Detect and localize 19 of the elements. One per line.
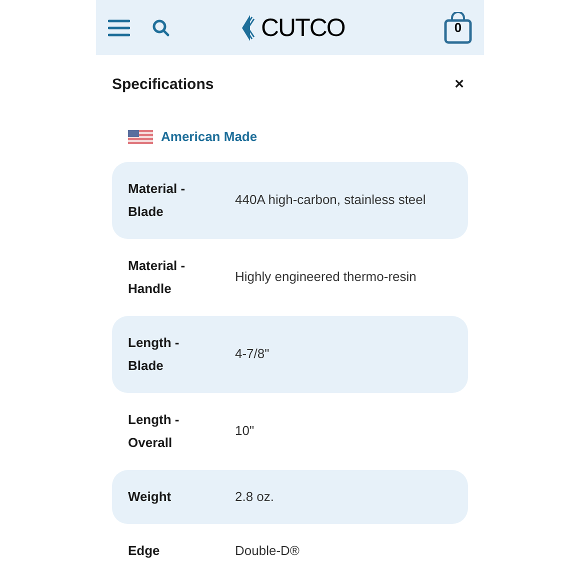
- spec-label: Weight: [128, 488, 172, 506]
- spec-value: Highly engineered thermo-resin: [235, 268, 416, 286]
- american-made-label: American Made: [161, 128, 258, 146]
- spec-value: 2.8 oz.: [235, 488, 274, 506]
- spec-value: 10": [235, 422, 254, 440]
- spec-value: 440A high-carbon, stainless steel: [235, 191, 426, 210]
- spec-label: Length - Overall: [128, 411, 180, 452]
- menu-icon[interactable]: [108, 18, 130, 36]
- spec-label: Length - Blade: [128, 334, 180, 375]
- us-flag-icon: [128, 130, 153, 144]
- close-button[interactable]: ×: [454, 73, 464, 97]
- spec-value: Double-D®: [235, 542, 300, 560]
- spec-value: 4-7/8": [235, 345, 270, 364]
- logo-text[interactable]: CUTCO: [261, 16, 345, 40]
- spec-label: Material - Blade: [128, 180, 186, 221]
- panel-title: Specifications: [112, 74, 214, 95]
- spec-label: Edge: [128, 542, 161, 560]
- search-icon[interactable]: [152, 18, 170, 36]
- spec-label: Material - Handle: [128, 257, 186, 298]
